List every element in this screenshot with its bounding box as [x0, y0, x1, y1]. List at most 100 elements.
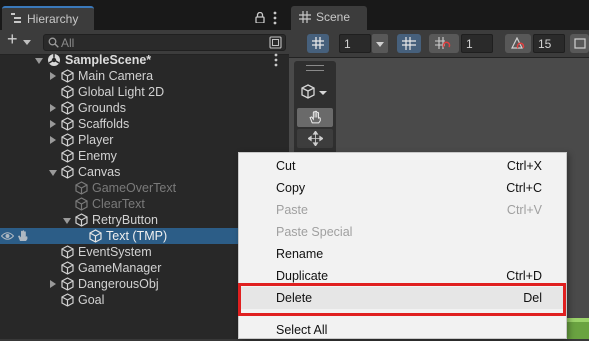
tab-scene[interactable]: Scene — [291, 6, 367, 30]
gameobject-cube-icon — [75, 181, 88, 195]
tree-item-label: Canvas — [78, 165, 121, 179]
tab-hierarchy[interactable]: Hierarchy — [2, 6, 94, 30]
tree-item-label: RetryButton — [92, 213, 159, 227]
move-arrows-icon — [308, 131, 323, 146]
tree-item-label: SampleScene* — [65, 53, 152, 67]
tree-item-label: Grounds — [78, 101, 126, 115]
rotation-snap-field[interactable]: 15 — [533, 34, 565, 53]
expand-arrow-icon[interactable] — [50, 280, 56, 288]
gameobject-cube-icon — [61, 85, 74, 99]
menu-item-label: Rename — [276, 247, 324, 261]
gameobject-cube-icon — [61, 245, 74, 259]
expand-arrow-icon[interactable] — [50, 104, 56, 112]
menu-item-select-all[interactable]: Select All — [239, 319, 566, 341]
grass-tile-sprite — [566, 318, 589, 339]
grid-dropdown-button[interactable] — [372, 34, 388, 53]
plus-icon: + — [7, 29, 18, 49]
pickable-hand-icon[interactable] — [17, 230, 29, 242]
tree-item-label: Player — [78, 133, 114, 147]
tree-row[interactable]: Grounds — [0, 100, 289, 116]
grid-icon — [312, 37, 324, 49]
scene-menu-icon[interactable] — [273, 53, 279, 67]
gameobject-cube-icon — [75, 213, 88, 227]
menu-item-label: Select All — [276, 323, 328, 337]
menu-item-label: Paste — [276, 203, 308, 217]
scene-toolbar: 1 1 15 — [289, 30, 589, 58]
hand-icon — [309, 110, 321, 124]
tree-row[interactable]: Player — [0, 132, 289, 148]
gameobject-cube-icon — [61, 101, 74, 115]
grid-icon — [299, 11, 311, 23]
tree-item-label: GameOverText — [92, 181, 177, 195]
gameobject-cube-icon — [61, 149, 74, 163]
expand-arrow-icon[interactable] — [35, 58, 43, 64]
gameobject-cube-icon — [61, 261, 74, 275]
grid-size-field[interactable]: 1 — [339, 34, 371, 53]
menu-item-label: Copy — [276, 181, 306, 195]
menu-item-shortcut: Ctrl+X — [506, 159, 542, 173]
increment-snap-field[interactable]: 1 — [461, 34, 493, 53]
gameobject-cube-icon — [61, 117, 74, 131]
hierarchy-list-icon — [11, 13, 21, 23]
expand-arrow-icon[interactable] — [50, 136, 56, 144]
grid-visibility-button[interactable] — [307, 34, 329, 53]
expand-arrow-icon[interactable] — [50, 120, 56, 128]
chevron-down-icon — [23, 40, 31, 45]
menu-item-label: Duplicate — [276, 269, 329, 283]
tree-item-label: Text (TMP) — [106, 229, 168, 243]
tree-item-label: Global Light 2D — [78, 85, 165, 99]
lock-icon[interactable] — [255, 12, 265, 23]
tree-item-label: Goal — [78, 293, 105, 307]
menu-item-label: Cut — [276, 159, 296, 173]
menu-item-paste-special: Paste Special — [239, 221, 566, 243]
eye-visibility-icon[interactable] — [1, 231, 14, 241]
menu-item-shortcut: Ctrl+D — [506, 269, 542, 283]
scene-tab-label: Scene — [316, 10, 351, 24]
tree-row[interactable]: Scaffolds — [0, 116, 289, 132]
gameobject-cube-icon — [61, 293, 74, 307]
search-icon — [48, 37, 59, 48]
menu-item-cut[interactable]: Cut Ctrl+X — [239, 155, 566, 177]
snap-grid-icon — [402, 37, 416, 50]
hierarchy-tab-label: Hierarchy — [27, 12, 79, 26]
gameobject-cube-icon — [75, 197, 88, 211]
tree-item-label: DangerousObj — [78, 277, 159, 291]
view-cube-dropdown-icon[interactable] — [299, 82, 331, 102]
search-box[interactable] — [43, 34, 286, 51]
menu-item-shortcut: Ctrl+V — [506, 203, 542, 217]
increment-snap-button[interactable] — [429, 34, 459, 53]
tree-item-label: Main Camera — [78, 69, 154, 83]
drag-handle[interactable] — [306, 65, 324, 71]
menu-item-shortcut: Ctrl+C — [506, 181, 542, 195]
expand-arrow-icon[interactable] — [49, 170, 57, 176]
search-filter-icon[interactable] — [269, 36, 282, 49]
menu-item-rename[interactable]: Rename — [239, 243, 566, 265]
tree-row[interactable]: Main Camera — [0, 68, 289, 84]
tree-item-label: ClearText — [92, 197, 145, 211]
panel-menu-icon[interactable] — [272, 11, 278, 25]
tree-row-scene[interactable]: SampleScene* — [0, 52, 289, 68]
tree-item-label: GameManager — [78, 261, 162, 275]
gameobject-cube-icon — [61, 277, 74, 291]
search-input[interactable] — [61, 35, 261, 50]
unity-scene-icon — [48, 54, 60, 66]
snap-button[interactable] — [397, 34, 421, 53]
scale-snap-icon — [574, 38, 586, 49]
gameobject-cube-icon — [61, 133, 74, 147]
gameobject-cube-icon — [89, 229, 102, 243]
increment-snap-icon — [435, 37, 451, 49]
expand-arrow-icon[interactable] — [63, 218, 71, 224]
rotation-snap-icon — [511, 37, 525, 49]
expand-arrow-icon[interactable] — [50, 72, 56, 80]
scale-snap-button[interactable] — [570, 34, 589, 53]
tree-item-label: EventSystem — [78, 245, 152, 259]
menu-item-copy[interactable]: Copy Ctrl+C — [239, 177, 566, 199]
add-button[interactable]: + — [4, 29, 34, 51]
gameobject-cube-icon — [61, 69, 74, 83]
hand-tool-button[interactable] — [297, 108, 333, 127]
rotation-snap-button[interactable] — [505, 34, 531, 53]
tree-row[interactable]: Global Light 2D — [0, 84, 289, 100]
move-tool-button[interactable] — [297, 129, 333, 148]
tree-item-label: Enemy — [78, 149, 117, 163]
highlight-box — [238, 283, 566, 316]
